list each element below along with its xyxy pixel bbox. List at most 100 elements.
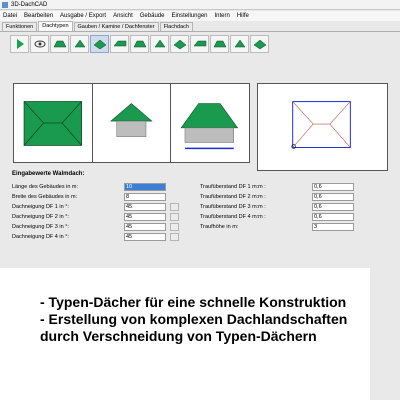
plan-hip-line [329,123,351,148]
right-value-field[interactable]: 0,6 [312,183,354,191]
left-value-field[interactable]: 45 [124,203,166,211]
right-field-row: Traufüberstand DF 1 m:m : [200,183,266,191]
roof-outline [23,101,82,146]
roof-type-toolbar [0,33,400,55]
form-title: Eingabewerte Walmdach: [12,171,85,177]
play-button[interactable] [10,35,29,53]
field-label: Dachneigung DF 2 in °: [12,214,69,220]
roof-type-5-icon [133,40,146,48]
roof-type-11-icon [253,39,266,50]
right-field-row: Traufüberstand DF 3 m:m : [200,203,266,211]
roof-type-10-button[interactable] [230,35,249,53]
roof-type-9-button[interactable] [210,35,229,53]
menu-bar: Datei Bearbeiten Ausgabe / Export Ansich… [0,11,400,21]
roof-type-11-button[interactable] [250,35,269,53]
roof-type-6-icon [154,39,165,48]
roof-side [180,103,239,129]
wall-side [185,127,235,143]
roof-type-10-icon [234,39,245,48]
left-field-row: Dachneigung DF 2 in °: [12,213,69,221]
right-field-row: Traufhöhe in m: [200,223,238,231]
roof-plan-view [257,83,388,171]
field-label: Dachneigung DF 1 in °: [12,204,69,210]
tab-gauben-kamine-dachfenster[interactable]: Gauben / Kamine / Dachfenster [73,22,159,31]
left-field-row: Dachneigung DF 4 in °: [12,233,69,241]
eye-icon [34,40,45,48]
roof-type-6-button[interactable] [150,35,169,53]
tab-funktionen[interactable]: Funktionen [2,22,38,31]
left-field-row: Länge des Gebäudes in m: [12,183,78,191]
field-label: Dachneigung DF 3 in °: [12,224,69,230]
tab-strip: Funktionen Dachtypen Gauben / Kamine / D… [0,21,400,32]
menu-intern[interactable]: Intern [215,13,230,19]
field-label: Traufüberstand DF 4 m:m : [200,214,266,220]
angle-stepper[interactable] [170,203,179,211]
menu-gebaeude[interactable]: Gebäude [140,13,165,19]
right-value-field[interactable]: 0,6 [312,193,354,201]
angle-stepper[interactable] [170,233,179,241]
roof-type-3-button[interactable] [90,35,109,53]
left-value-field[interactable]: 45 [124,223,166,231]
app-icon [2,1,8,8]
side-view-drawing [180,103,239,150]
right-field-row: Traufüberstand DF 2 m:m : [200,193,266,201]
roof-preview-panel [13,83,250,163]
caption-line-2: - Erstellung von komplexen Dachlandschaf… [40,311,348,327]
left-value-field[interactable]: 10 [124,183,166,191]
roof-type-1-icon [53,40,66,48]
roof-type-4-button[interactable] [110,35,129,53]
roof-type-3-icon [93,39,106,50]
angle-stepper[interactable] [170,213,179,221]
roof-type-7-button[interactable] [170,35,189,53]
roof-type-8-icon [192,40,206,47]
right-value-field[interactable]: 3 [312,223,354,231]
left-value-field[interactable]: 45 [124,233,166,241]
roof-plan-drawing [291,101,351,149]
menu-ausgabe-export[interactable]: Ausgabe / Export [60,13,106,19]
field-label: Traufhöhe in m: [200,224,239,230]
menu-datei[interactable]: Datei [3,13,17,19]
eye-button[interactable] [30,35,49,53]
play-icon [16,39,24,49]
field-label: Traufüberstand DF 2 m:m : [200,194,266,200]
menu-einstellungen[interactable]: Einstellungen [171,13,207,19]
menu-hilfe[interactable]: Hilfe [237,13,249,19]
tab-flachdach[interactable]: Flachdach [159,22,193,31]
roof-type-1-button[interactable] [50,35,69,53]
left-value-field[interactable]: 8 [124,193,166,201]
menu-ansicht[interactable]: Ansicht [113,13,133,19]
roof-type-9-icon [213,40,226,48]
wall-front [116,120,146,137]
roof-type-4-icon [112,40,126,47]
left-field-row: Breite des Gebäudes in m: [12,193,77,201]
plan-outline [292,101,351,149]
side-view [171,84,249,162]
field-label: Dachneigung DF 4 in °: [12,234,69,240]
roof-type-7-icon [173,39,186,50]
title-bar: 3D-DachCAD [0,0,400,10]
roof-type-8-button[interactable] [190,35,209,53]
left-value-field[interactable]: 45 [124,213,166,221]
front-view [93,84,172,162]
angle-stepper[interactable] [170,223,179,231]
roof-type-2-button[interactable] [70,35,89,53]
right-value-field[interactable]: 0,6 [312,213,354,221]
right-value-field[interactable]: 0,6 [312,203,354,211]
roof-type-2-icon [74,39,85,48]
roof-front [109,103,153,122]
plan-hip-line [292,101,314,125]
tab-dachtypen[interactable]: Dachtypen [38,21,73,31]
front-view-drawing [109,103,153,137]
plan-hip-line [329,101,351,125]
field-label: Traufüberstand DF 1 m:m : [200,184,266,190]
menu-bearbeiten[interactable]: Bearbeiten [24,13,53,19]
right-field-row: Traufüberstand DF 4 m:m : [200,213,266,221]
caption-line-3: durch Verschneidung von Typen-Dächern [40,328,317,344]
plan-hip-line [292,123,314,148]
top-view-drawing [23,101,82,146]
field-label: Breite des Gebäudes in m: [12,194,78,200]
left-field-row: Dachneigung DF 1 in °: [12,203,69,211]
left-field-row: Dachneigung DF 3 in °: [12,223,69,231]
roof-type-5-button[interactable] [130,35,149,53]
caption-box: - Typen-Dächer für eine schnelle Konstru… [0,268,370,400]
